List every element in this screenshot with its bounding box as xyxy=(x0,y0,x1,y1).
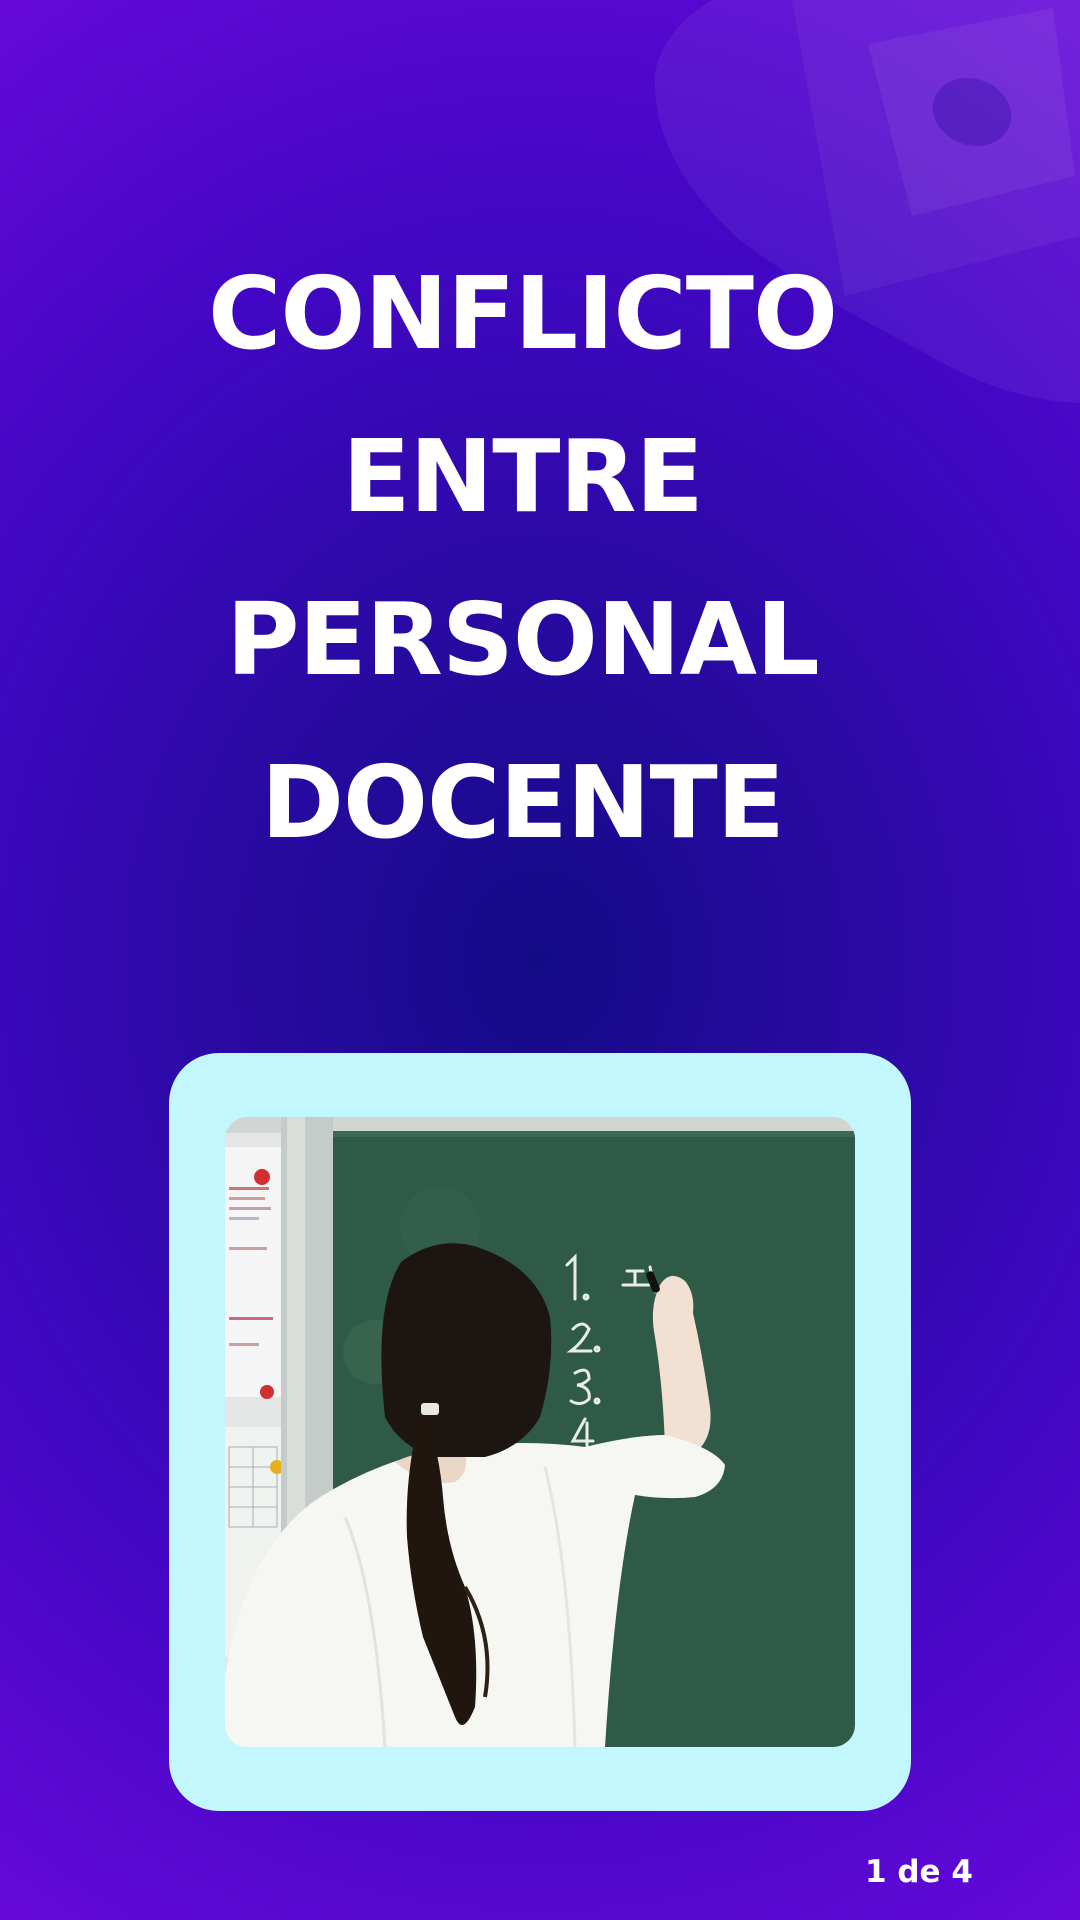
title-line-3: PERSONAL xyxy=(226,581,819,698)
slide-title: CONFLICTO ENTRE PERSONAL DOCENTE xyxy=(0,232,1045,884)
title-line-2: ENTRE xyxy=(342,418,704,535)
title-line-1: CONFLICTO xyxy=(208,255,838,372)
photo-card xyxy=(169,1053,911,1811)
page-indicator: 1 de 4 xyxy=(865,1854,973,1890)
title-line-4: DOCENTE xyxy=(261,744,785,861)
teacher-photo xyxy=(225,1117,855,1747)
